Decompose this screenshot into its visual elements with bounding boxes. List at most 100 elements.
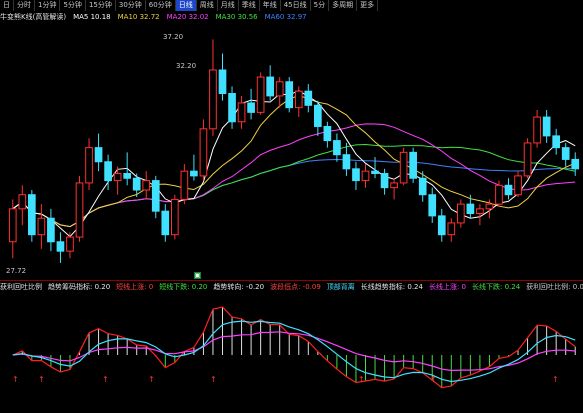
candle-body [132,177,141,191]
candle-body [342,154,351,170]
candle-body [27,194,36,236]
candle-body [37,217,46,236]
candle-body [476,208,484,215]
candle-body [514,175,522,196]
candle-body [294,90,303,109]
candle-body [18,194,27,210]
indicator-signal-line [12,320,576,383]
signal-arrow-icon: ↑ [12,375,19,384]
indicator-legend-item: 短线下跌: 0.20 [159,283,208,291]
candle-body [361,170,370,182]
candle-body [495,184,503,205]
candle-body [504,184,513,196]
candle-body [390,182,398,189]
period-tab[interactable]: 15分钟 [86,0,116,11]
signal-arrow-icon: ↑ [358,375,365,384]
indicator-legend-item: 顶部背离 [326,283,355,291]
candle-body [209,69,217,130]
candle-body [466,203,475,215]
candle-body [170,198,179,236]
period-tab[interactable]: 日线 [175,0,197,11]
signal-arrow-icon: ↑ [552,375,559,384]
candle-body [104,161,112,182]
candle-body [323,125,332,142]
candle-body [456,203,465,224]
ma-legend: 牛变熊K线(高管解读) MA5 10.18 MA10 32.72 MA20 32.02… [0,12,583,22]
indicator-legend-item: 趋势转向: -0.20 [213,283,265,291]
period-tab[interactable]: 5分 [311,0,330,11]
candle-body [142,180,151,191]
period-tab[interactable]: 年线 [260,0,281,11]
ma-legend-item: MA5 10.18 [73,13,111,21]
candle-body [256,76,265,113]
candle-body [180,170,189,200]
candle-body [561,147,570,160]
candle-body [199,128,208,177]
period-tab[interactable]: 5分钟 [60,0,86,11]
signal-arrow-icon: ↑ [430,375,437,384]
period-tab[interactable]: 45日线 [281,0,311,11]
indicator-fast-line [12,306,576,389]
signal-arrow-icon: ↑ [38,375,45,384]
signal-arrow-icon: ↑ [210,375,217,384]
period-tab[interactable]: 1分钟 [35,0,61,11]
period-tab[interactable]: 60分钟 [146,0,176,11]
ma-legend-item: MA20 32.02 [166,13,209,21]
indicator-legend-item: 长线趋势指标: 0.24 [360,283,423,291]
high-price-label: 37.20 [163,33,184,41]
indicator-legend-item: 长线下跌: 0.24 [472,283,521,291]
candle-body [8,208,17,243]
indicator-legend-item: 短线上涨: 0 [116,283,154,291]
candle-body [94,147,103,163]
low-price-label: 27.72 [6,267,27,275]
candle-body [333,140,341,156]
candle-body [228,93,236,123]
candle-body [571,158,580,170]
candle-body [247,102,255,113]
candle-body [418,177,427,196]
period-tab[interactable]: 30分钟 [116,0,146,11]
candle-body [66,236,74,252]
candle-body [151,180,160,212]
candle-body [56,241,65,252]
period-tab[interactable]: 日 [0,0,14,11]
candle-body [304,90,313,106]
period-tab[interactable]: 季线 [239,0,260,11]
candle-body [352,168,360,182]
candle-body [552,135,561,149]
candle-body [437,215,446,236]
candle-body [161,210,170,236]
candle-body [380,173,389,189]
candle-body [190,170,198,177]
candle-body [533,116,541,144]
ma20-line [12,123,576,228]
candle-body [485,203,494,210]
signal-arrow-icon: ↑ [148,375,155,384]
ma-legend-item: MA10 32.72 [117,13,160,21]
panel-divider [0,280,583,281]
candle-body [447,222,456,236]
period-tab[interactable]: 更多 [357,0,379,11]
candle-body [113,173,122,182]
candle-body [371,170,379,175]
indicator-legend-item: 获利回吐比例: 0.00 [526,283,583,291]
candle-body [218,69,227,95]
ma-legend-item: MA30 30.56 [215,13,258,21]
period-tab[interactable]: 多周期 [329,0,358,11]
period-tab[interactable]: 分时 [14,0,35,11]
candle-body [399,151,408,184]
indicator-legend-item: 波段低点: -0.09 [270,283,321,291]
period-tab[interactable]: 周线 [197,0,218,11]
candle-body [428,194,437,217]
mid-price-label: 32.20 [176,62,197,70]
candle-body [123,173,132,179]
candle-body [409,151,418,179]
ma-legend-item: MA60 32.97 [264,13,307,21]
period-tab[interactable]: 月线 [218,0,239,11]
signal-arrow-icon: ↑ [102,375,109,384]
candle-body [85,147,93,184]
indicator-switch-icon[interactable]: ▣ [194,272,201,279]
ma-legend-item: 牛变熊K线(高管解读) [0,13,67,21]
candle-body [266,76,275,97]
chart-canvas: ↑ ↑ ↑ ↑ ↑ ↑ ↑ ↑ [8,39,580,389]
